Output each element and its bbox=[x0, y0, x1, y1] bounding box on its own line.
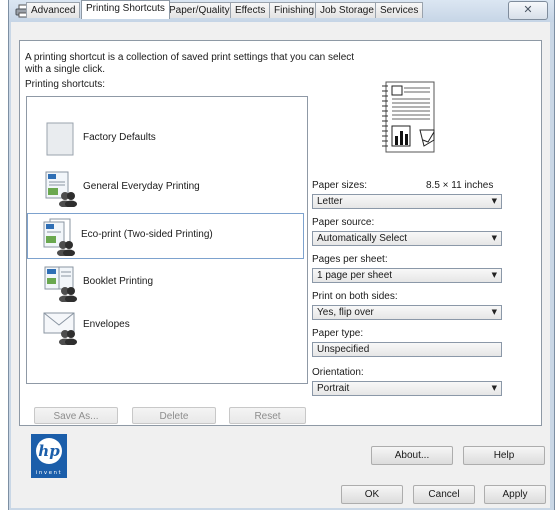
paper-sizes-value: Letter bbox=[317, 196, 343, 207]
paper-source-select[interactable]: Automatically Select ▼ bbox=[312, 231, 502, 246]
paper-sizes-select[interactable]: Letter ▼ bbox=[312, 194, 502, 209]
cancel-button[interactable]: Cancel bbox=[413, 485, 475, 504]
tab-finishing[interactable]: Finishing bbox=[269, 2, 320, 18]
shortcut-item-booklet[interactable]: Booklet Printing bbox=[29, 261, 301, 303]
print-both-sides-label: Print on both sides: bbox=[312, 291, 398, 302]
shortcut-list[interactable]: Factory Defaults General Everyday Printi… bbox=[26, 96, 308, 384]
print-preview-image bbox=[382, 81, 435, 153]
pages-per-sheet-value: 1 page per sheet bbox=[317, 270, 393, 281]
dropdown-arrow-icon: ▼ bbox=[491, 384, 497, 392]
shortcut-label: General Everyday Printing bbox=[83, 181, 200, 192]
booklet-users-icon bbox=[44, 266, 77, 302]
shortcut-item-eco-print[interactable]: Eco-print (Two-sided Printing) bbox=[27, 213, 304, 259]
tab-paper-quality[interactable]: Paper/Quality bbox=[164, 2, 235, 18]
tab-effects[interactable]: Effects bbox=[230, 2, 271, 18]
tab-services[interactable]: Services bbox=[375, 2, 424, 18]
hp-logo-text: hp bbox=[38, 442, 60, 460]
paper-source-label: Paper source: bbox=[312, 217, 375, 228]
shortcut-label: Booklet Printing bbox=[83, 276, 154, 287]
blank-page-icon bbox=[46, 122, 74, 156]
delete-button[interactable]: Delete bbox=[132, 407, 216, 424]
ok-button[interactable]: OK bbox=[341, 485, 403, 504]
shortcut-item-factory-defaults[interactable]: Factory Defaults bbox=[29, 117, 301, 159]
shortcuts-label: Printing shortcuts: bbox=[25, 79, 106, 90]
shortcut-item-envelopes[interactable]: Envelopes bbox=[29, 304, 301, 346]
paper-type-label: Paper type: bbox=[312, 328, 364, 339]
orientation-label: Orientation: bbox=[312, 367, 364, 378]
orientation-select[interactable]: Portrait ▼ bbox=[312, 381, 502, 396]
pages-per-sheet-select[interactable]: 1 page per sheet ▼ bbox=[312, 268, 502, 283]
paper-sizes-label: Paper sizes: bbox=[312, 180, 368, 191]
help-button[interactable]: Help bbox=[463, 446, 545, 465]
paper-size-dimensions: 8.5 × 11 inches bbox=[426, 180, 494, 191]
orientation-value: Portrait bbox=[317, 383, 350, 394]
dropdown-arrow-icon: ▼ bbox=[491, 197, 497, 205]
paper-source-value: Automatically Select bbox=[317, 233, 408, 244]
tab-job-storage[interactable]: Job Storage bbox=[315, 2, 379, 18]
dropdown-arrow-icon: ▼ bbox=[491, 234, 497, 242]
hp-logo-tagline: invent bbox=[36, 470, 62, 476]
tab-printing-shortcuts[interactable]: Printing Shortcuts bbox=[81, 0, 170, 19]
dropdown-arrow-icon: ▼ bbox=[491, 271, 497, 279]
duplex-document-users-icon bbox=[43, 218, 75, 256]
about-button[interactable]: About... bbox=[371, 446, 453, 465]
paper-type-select[interactable]: Unspecified bbox=[312, 342, 502, 357]
print-both-sides-select[interactable]: Yes, flip over ▼ bbox=[312, 305, 502, 320]
document-users-icon bbox=[45, 171, 77, 207]
shortcut-item-general-everyday[interactable]: General Everyday Printing bbox=[29, 166, 301, 208]
hp-logo-icon: hp invent bbox=[31, 434, 67, 478]
shortcut-label: Eco-print (Two-sided Printing) bbox=[81, 229, 213, 240]
shortcut-label: Factory Defaults bbox=[83, 132, 156, 143]
shortcut-label: Envelopes bbox=[83, 319, 130, 330]
print-both-sides-value: Yes, flip over bbox=[317, 307, 374, 318]
reset-button[interactable]: Reset bbox=[229, 407, 306, 424]
tab-advanced[interactable]: Advanced bbox=[26, 2, 81, 18]
envelope-users-icon bbox=[43, 312, 77, 345]
paper-type-value: Unspecified bbox=[317, 344, 370, 355]
pages-per-sheet-label: Pages per sheet: bbox=[312, 254, 388, 265]
close-button[interactable]: ✕ bbox=[508, 1, 548, 20]
apply-button[interactable]: Apply bbox=[484, 485, 546, 504]
dropdown-arrow-icon: ▼ bbox=[491, 308, 497, 316]
save-as-button[interactable]: Save As... bbox=[34, 407, 118, 424]
shortcut-description: A printing shortcut is a collection of s… bbox=[25, 52, 355, 75]
